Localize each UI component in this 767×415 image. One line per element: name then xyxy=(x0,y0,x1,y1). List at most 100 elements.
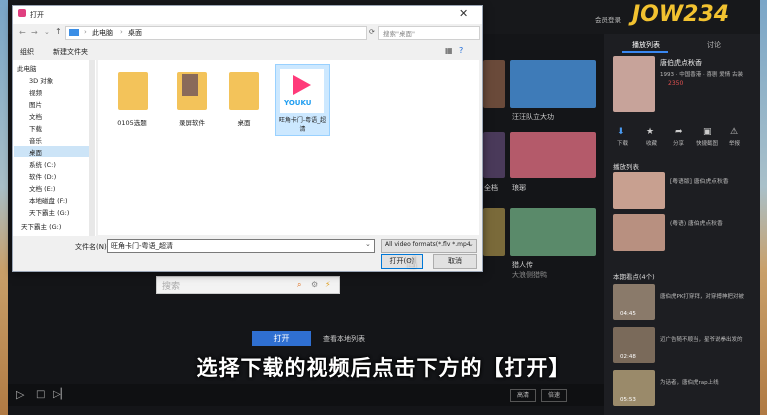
dialog-title: 打开 xyxy=(30,11,44,19)
open-dialog: 打开 ✕ ← → ⌄ ↑ › 此电脑 › 桌面 ⟳ 搜索"桌面" 组织 新建文件… xyxy=(12,5,483,272)
login-link[interactable]: 会员登录 xyxy=(595,14,621,24)
star-icon[interactable]: ★ xyxy=(646,127,654,137)
share-icon[interactable]: ➦ xyxy=(675,127,683,137)
action-report[interactable]: 举报 xyxy=(729,139,740,147)
tab-indicator xyxy=(622,51,668,53)
dialog-search-placeholder: 搜索"桌面" xyxy=(383,30,415,38)
action-download[interactable]: 下载 xyxy=(617,139,628,147)
folder-icon[interactable] xyxy=(118,72,148,110)
breadcrumb-separator: › xyxy=(84,28,87,36)
video-title[interactable]: 琅琊 xyxy=(512,183,526,193)
file-name[interactable]: 桌面 xyxy=(214,117,274,127)
back-icon[interactable]: ← xyxy=(19,28,26,37)
feature-title: 唐伯虎点秋香 xyxy=(660,59,702,67)
side-caption: 全档 xyxy=(484,184,498,192)
breadcrumb-item[interactable]: 桌面 xyxy=(128,28,142,38)
playlist-thumb[interactable] xyxy=(613,172,665,209)
download-icon[interactable]: ⬇ xyxy=(617,127,625,137)
next-icon[interactable]: ▷▏ xyxy=(53,389,68,400)
report-icon[interactable]: ⚠ xyxy=(730,127,738,137)
feature-meta: 1993 · 中国香港 · 喜剧 爱情 古装 xyxy=(660,72,743,78)
action-share[interactable]: 分享 xyxy=(673,139,684,147)
breadcrumb-item[interactable]: 此电脑 xyxy=(92,28,113,38)
video-subtitle: 大浪侧猎鸭 xyxy=(512,271,547,279)
recent-item[interactable]: 唐伯虎PK打穿拜，对穿搏神把对被 xyxy=(660,292,744,300)
video-thumb[interactable] xyxy=(483,60,505,108)
youku-logo: YOUKU xyxy=(284,99,312,107)
dialog-search-input[interactable]: 搜索"桌面" xyxy=(378,26,480,40)
tab-playlist[interactable]: 播放列表 xyxy=(632,40,660,50)
help-icon[interactable]: ? xyxy=(459,46,463,55)
video-thumb[interactable] xyxy=(510,208,596,256)
video-caption: 选择下载的视频后点击下方的【打开】 xyxy=(196,356,571,380)
playlist-heading: 播放列表 xyxy=(613,163,639,171)
play-icon xyxy=(293,75,311,95)
stop-icon[interactable]: □ xyxy=(36,389,45,400)
player-open-button[interactable]: 打开 xyxy=(252,331,311,346)
feature-score: 2350 xyxy=(668,80,684,87)
cursor-icon: ☝ xyxy=(407,253,417,272)
breadcrumb-separator: › xyxy=(120,28,123,36)
view-icon[interactable]: ▦ xyxy=(445,46,453,55)
forward-icon[interactable]: → xyxy=(31,28,38,37)
recent-item[interactable]: 迈广告随不顺当，星爷说拳出发的 xyxy=(660,335,743,343)
chevron-down-icon[interactable]: ⌄ xyxy=(365,240,371,248)
tree-scrollbar[interactable] xyxy=(89,60,95,236)
dialog-titlebar: 打开 ✕ xyxy=(13,6,482,24)
filename-input[interactable]: 旺角卡门-粤语_超清 ⌄ xyxy=(107,239,375,253)
gear-icon[interactable]: ⚙ xyxy=(311,280,318,289)
recent-duration: 05:53 xyxy=(620,397,636,403)
speed-button[interactable]: 倍速 xyxy=(541,389,567,402)
file-list: 0105选题 录屏软件 桌面 YOUKU 旺角卡门-粤语_超清 xyxy=(98,60,479,235)
playlist-item[interactable]: [粤语版] 唐伯虎点秋香 xyxy=(670,176,729,185)
file-type-select[interactable]: All video formats(*.flv *.mp4 ⌄ xyxy=(381,239,477,253)
up-icon[interactable]: ↑ xyxy=(55,27,62,36)
app-icon xyxy=(18,9,26,17)
lightning-icon[interactable]: ⚡ xyxy=(325,280,331,289)
video-thumb[interactable] xyxy=(483,132,505,178)
playlist-thumb[interactable] xyxy=(613,214,665,251)
folder-icon[interactable] xyxy=(229,72,259,110)
video-title[interactable]: 猎人传 xyxy=(512,260,533,270)
address-bar[interactable]: › 此电脑 › 桌面 xyxy=(65,26,367,40)
quality-button[interactable]: 高清 xyxy=(510,389,536,402)
video-title[interactable]: 汪汪队立大功 xyxy=(512,112,554,122)
new-folder-button[interactable]: 新建文件夹 xyxy=(53,47,88,57)
file-name[interactable]: 录屏软件 xyxy=(162,117,222,127)
file-name[interactable]: 旺角卡门-粤语_超清 xyxy=(276,115,329,133)
tree-item-drive-g2[interactable]: 天下霸主 (G:) xyxy=(21,221,97,231)
play-icon[interactable]: ▷ xyxy=(16,388,24,401)
tree-item-this-pc[interactable]: 此电脑 xyxy=(17,63,93,73)
folder-preview xyxy=(182,74,198,96)
file-name[interactable]: 0105选题 xyxy=(102,117,162,127)
recent-heading: 本期看点(4个) xyxy=(613,273,655,281)
feature-poster[interactable] xyxy=(613,56,655,112)
local-list-link[interactable]: 查看本地列表 xyxy=(323,334,365,344)
action-screenshot[interactable]: 快捷截图 xyxy=(696,139,718,147)
search-icon[interactable]: ⌕ xyxy=(297,280,301,290)
player-search-placeholder: 搜索 xyxy=(162,282,181,292)
file-selected[interactable]: YOUKU 旺角卡门-粤语_超清 xyxy=(275,64,330,136)
playlist-item[interactable]: (粤语) 唐伯虎点秋香 xyxy=(670,218,723,227)
video-thumb[interactable] xyxy=(483,208,505,256)
tab-comments[interactable]: 讨论 xyxy=(707,40,721,50)
filename-value: 旺角卡门-粤语_超清 xyxy=(111,242,174,250)
close-icon[interactable]: ✕ xyxy=(459,7,468,20)
recent-duration: 04:45 xyxy=(620,311,636,317)
action-favorite[interactable]: 收藏 xyxy=(646,139,657,147)
video-thumb[interactable] xyxy=(510,60,596,108)
refresh-icon[interactable]: ⟳ xyxy=(369,28,375,36)
file-type-value: All video formats(*.flv *.mp4 xyxy=(385,241,471,248)
watermark-logo: JOW234 xyxy=(632,2,730,27)
video-thumb[interactable] xyxy=(510,132,596,178)
navigation-pane: 此电脑 3D 对象 视频 图片 文档 下载 音乐 桌面 系统 (C:) 软件 (… xyxy=(13,60,96,236)
player-search-box[interactable]: 搜索 ⌕ ⚙ ⚡ xyxy=(156,276,340,294)
organize-button[interactable]: 组织 xyxy=(20,47,34,57)
pc-icon xyxy=(69,29,79,36)
screenshot-icon[interactable]: ▣ xyxy=(703,127,712,137)
youku-thumb: YOUKU xyxy=(280,69,324,113)
dialog-cancel-button[interactable]: 取消 xyxy=(433,254,477,269)
chevron-down-icon[interactable]: ⌄ xyxy=(468,240,474,248)
chevron-down-icon[interactable]: ⌄ xyxy=(44,28,50,36)
filename-label: 文件名(N): xyxy=(75,243,110,251)
